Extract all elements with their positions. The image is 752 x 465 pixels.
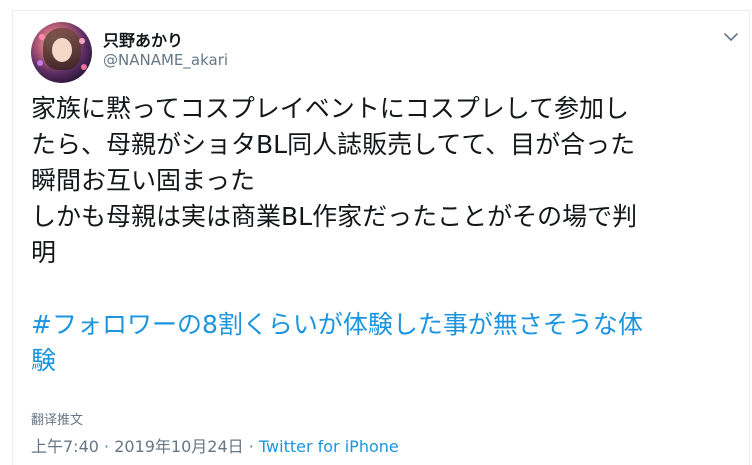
tweet-date[interactable]: 2019年10月24日 xyxy=(114,437,243,456)
meta-separator: · xyxy=(243,437,259,456)
hashtag-link[interactable]: 験 xyxy=(31,343,721,379)
chevron-down-icon xyxy=(724,33,738,41)
meta-separator: · xyxy=(98,437,115,456)
avatar-light xyxy=(39,34,45,40)
hashtag-link[interactable]: #フォロワーの8割くらいが体験した事が無さそうな体 xyxy=(31,307,721,343)
tweet-line: たら、母親がショタBL同人誌販売してて、目が合った xyxy=(31,130,636,159)
avatar[interactable] xyxy=(31,22,92,83)
tweet-time[interactable]: 上午7:40 xyxy=(31,437,99,456)
tweet-line: 明 xyxy=(31,238,57,267)
avatar-light xyxy=(79,38,85,44)
tweet-text: 家族に黙ってコスプレイベントにコスプレして参加し たら、母親がショタBL同人誌販… xyxy=(31,91,721,379)
avatar-face xyxy=(52,38,72,62)
tweet-meta: 上午7:40 · 2019年10月24日 · Twitter for iPhon… xyxy=(31,433,399,457)
user-handle[interactable]: @NANAME_akari xyxy=(103,51,228,69)
translate-tweet-link[interactable]: 翻译推文 xyxy=(31,409,83,428)
tweet-source-link[interactable]: Twitter for iPhone xyxy=(259,437,399,456)
display-name[interactable]: 只野あかり xyxy=(103,27,183,51)
avatar-light xyxy=(81,64,87,70)
tweet-line: しかも母親は実は商業BL作家だったことがその場で判 xyxy=(31,202,638,231)
avatar-light xyxy=(37,60,43,66)
tweet-line: 家族に黙ってコスプレイベントにコスプレして参加し xyxy=(31,94,630,123)
tweet-line: 瞬間お互い固まった xyxy=(31,166,256,195)
more-options-button[interactable] xyxy=(721,29,741,45)
